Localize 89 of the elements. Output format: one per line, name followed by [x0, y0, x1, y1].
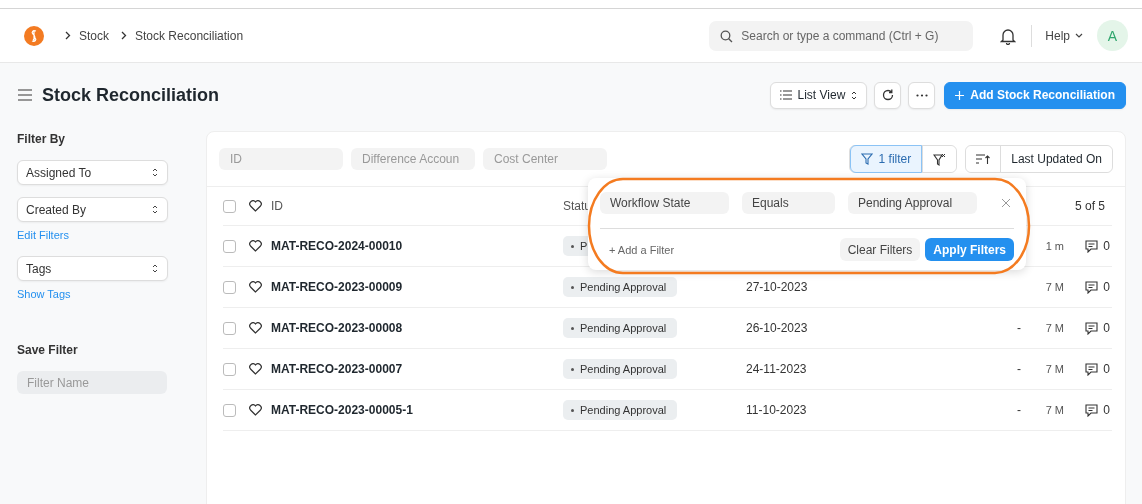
heart-icon[interactable]	[249, 363, 262, 375]
updown-caret-icon	[152, 264, 158, 273]
chevron-down-icon	[1075, 33, 1083, 38]
modified-time: 7 M	[1045, 281, 1064, 293]
record-id-link[interactable]: MAT-RECO-2024-00010	[271, 239, 563, 253]
filter-field-select[interactable]: Workflow State	[600, 192, 729, 214]
add-filter-link[interactable]: + Add a Filter	[600, 243, 675, 256]
chevron-right-icon	[65, 31, 71, 40]
comment-icon	[1085, 321, 1099, 335]
select-all-checkbox[interactable]	[223, 199, 236, 213]
column-header: ID	[271, 199, 283, 213]
refresh-button[interactable]	[874, 81, 902, 109]
comment-count: 0	[1103, 321, 1110, 335]
sidebar-heading: Filter By	[17, 132, 65, 146]
clear-filter-button[interactable]	[922, 146, 957, 172]
search-field[interactable]: Search or type a command (Ctrl + G)	[709, 20, 974, 51]
comment-icon	[1085, 403, 1099, 417]
comment-count: 0	[1103, 239, 1110, 253]
sidebar-dropdown[interactable]: Assigned To	[17, 160, 168, 185]
page-title: Stock Reconciliation	[42, 84, 220, 106]
record-id-link[interactable]: MAT-RECO-2023-00009	[271, 280, 563, 294]
record-id-link[interactable]: MAT-RECO-2023-00007	[271, 362, 563, 376]
filter-button[interactable]: 1 filter	[849, 145, 923, 173]
record-count: 5 of 5	[1074, 199, 1106, 213]
heart-icon[interactable]	[249, 322, 262, 334]
refresh-icon	[881, 89, 894, 101]
modified-time: 1 m	[1045, 240, 1064, 252]
filter-icon	[860, 153, 873, 165]
filter-input[interactable]: Difference Accoun	[351, 148, 475, 170]
sort-field-button[interactable]: Last Updated On	[1000, 146, 1112, 172]
search-icon	[720, 29, 734, 43]
sidebar-heading: Save Filter	[17, 343, 78, 357]
plus-icon	[955, 90, 965, 100]
record-id-link[interactable]: MAT-RECO-2023-00005-1	[271, 403, 563, 417]
help-menu[interactable]: Help	[1045, 28, 1083, 43]
table-cell: 26-10-2023	[746, 321, 808, 335]
app-logo[interactable]	[23, 24, 45, 47]
more-button[interactable]	[908, 81, 936, 109]
modified-time: 7 M	[1045, 404, 1064, 416]
comment-icon	[1085, 239, 1099, 253]
breadcrumb-link[interactable]: Stock	[79, 28, 109, 43]
modified-time: 7 M	[1045, 322, 1064, 334]
filter-condition-select[interactable]: Equals	[742, 192, 835, 214]
comment-icon	[1085, 280, 1099, 294]
comment-count: 0	[1103, 403, 1110, 417]
filter-input[interactable]: ID	[219, 148, 343, 170]
comment-count: 0	[1103, 280, 1110, 294]
row-checkbox[interactable]	[223, 280, 236, 294]
modified-time: 7 M	[1045, 363, 1064, 375]
updown-caret-icon	[152, 168, 158, 177]
row-checkbox[interactable]	[223, 321, 236, 335]
updown-caret-icon	[851, 90, 858, 100]
sidebar-dropdown[interactable]: Tags	[17, 256, 168, 281]
status-pill: Pending Approval	[563, 400, 677, 420]
clear-filters-button[interactable]: Clear Filters	[839, 238, 921, 261]
list-icon	[779, 90, 792, 100]
table-cell: -	[1017, 321, 1021, 335]
bell-icon[interactable]	[1000, 26, 1017, 45]
filter-x-icon	[933, 152, 947, 166]
row-checkbox[interactable]	[223, 403, 236, 417]
breadcrumb-link[interactable]: Stock Reconciliation	[135, 28, 244, 43]
heart-icon[interactable]	[249, 281, 262, 293]
row-checkbox[interactable]	[223, 362, 236, 376]
sidebar-dropdown[interactable]: Created By	[17, 197, 168, 222]
filter-value-field[interactable]: Pending Approval	[848, 192, 977, 214]
table-cell: 27-10-2023	[746, 280, 808, 294]
table-cell: -	[1017, 403, 1021, 417]
list-view-button[interactable]: List View	[769, 81, 868, 109]
table-cell: 24-11-2023	[746, 362, 807, 376]
filter-name-field[interactable]: Filter Name	[17, 371, 167, 394]
filter-input[interactable]: Cost Center	[483, 148, 607, 170]
heart-icon[interactable]	[249, 240, 262, 252]
close-icon[interactable]	[1002, 199, 1010, 207]
status-pill: Pending Approval	[563, 318, 677, 338]
heart-icon[interactable]	[249, 404, 262, 416]
table-cell: -	[1017, 362, 1021, 376]
status-pill: Pending Approval	[563, 359, 677, 379]
table-cell: 11-10-2023	[746, 403, 807, 417]
updown-caret-icon	[152, 205, 158, 214]
comment-count: 0	[1103, 362, 1110, 376]
sort-icon	[976, 153, 991, 165]
record-id-link[interactable]: MAT-RECO-2023-00008	[271, 321, 563, 335]
comment-icon	[1085, 362, 1099, 376]
menu-icon[interactable]	[18, 89, 32, 101]
more-icon	[915, 93, 928, 97]
heart-icon[interactable]	[249, 200, 262, 212]
status-pill: Pending Approval	[563, 277, 677, 297]
row-checkbox[interactable]	[223, 239, 236, 253]
chevron-right-icon	[121, 31, 127, 40]
